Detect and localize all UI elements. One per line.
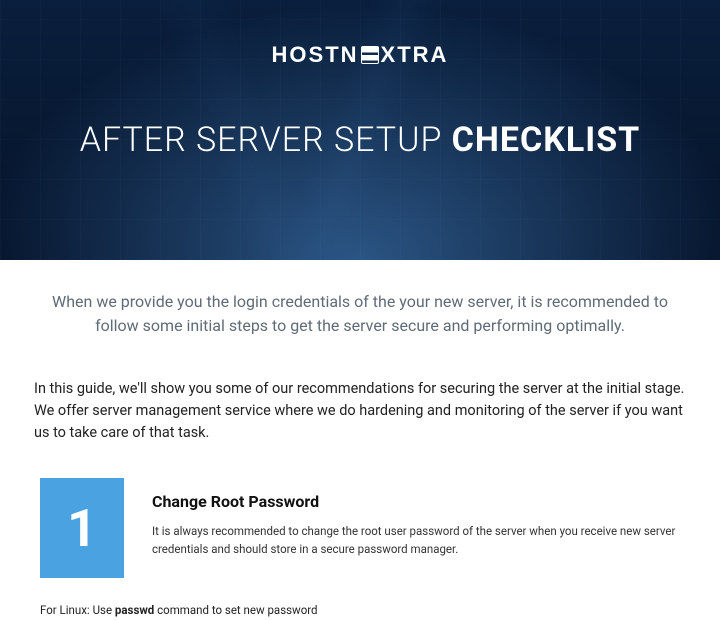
content-area: When we provide you the login credential… [0,260,720,617]
hero-banner: HOSTN XTRA AFTER SERVER SETUP CHECKLIST [0,0,720,260]
intro-paragraph: When we provide you the login credential… [40,290,680,338]
logo-text-part2: XTRA [381,42,449,67]
step-note: For Linux: Use passwd command to set new… [40,603,680,617]
note-suffix: command to set new password [154,603,317,617]
checklist-step-1: 1 Change Root Password It is always reco… [40,478,680,578]
step-title: Change Root Password [152,492,680,511]
step-number-badge: 1 [40,478,124,578]
title-light: AFTER SERVER SETUP [80,120,452,160]
step-body: Change Root Password It is always recomm… [152,478,680,558]
logo-icon [361,46,379,64]
note-prefix: For Linux: Use [40,603,115,617]
title-bold: CHECKLIST [452,120,641,160]
brand-logo: HOSTN XTRA [0,0,720,68]
guide-paragraph: In this guide, we'll show you some of ou… [34,378,686,443]
page-title: AFTER SERVER SETUP CHECKLIST [0,120,720,160]
step-description: It is always recommended to change the r… [152,523,680,558]
note-command: passwd [115,603,154,617]
logo-text-part1: HOSTN [272,42,359,67]
